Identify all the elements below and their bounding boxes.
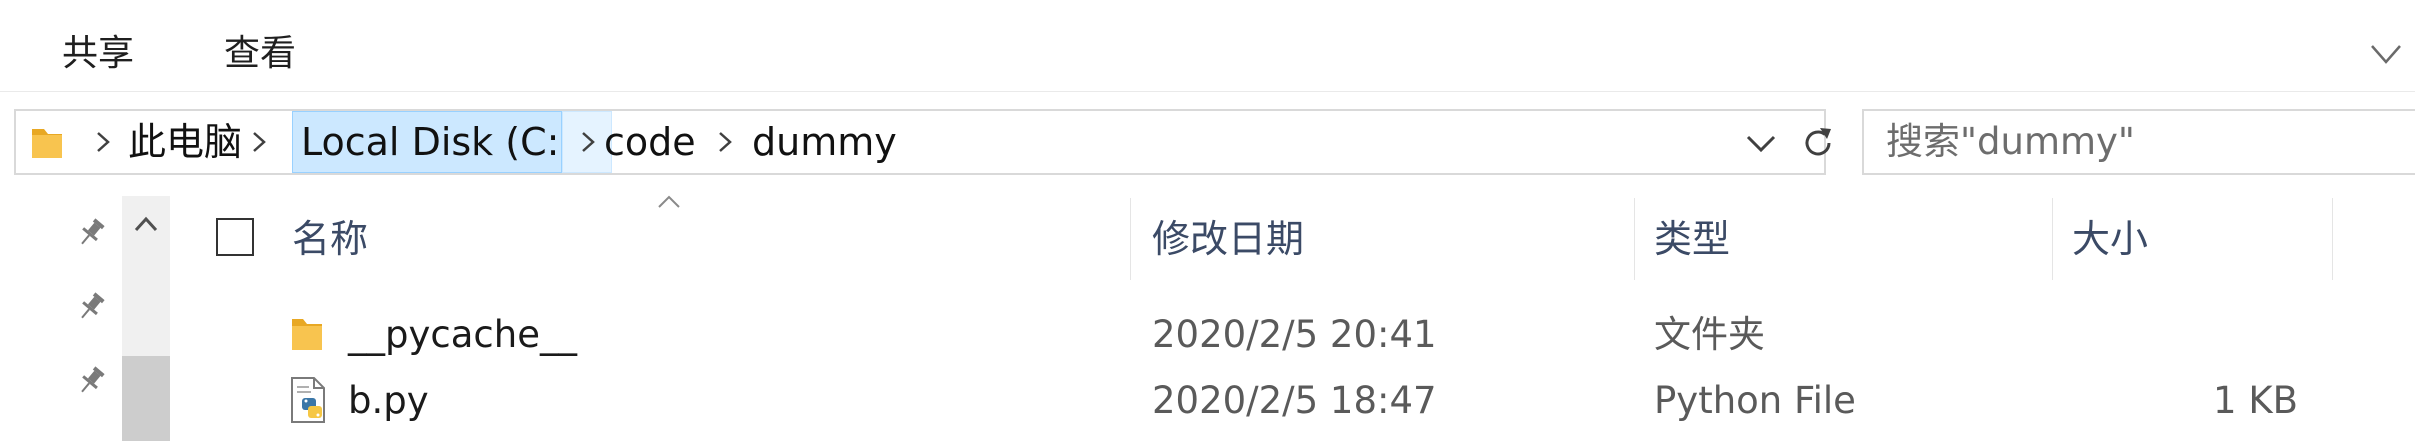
breadcrumb-separator-icon[interactable] bbox=[248, 129, 270, 155]
column-divider[interactable] bbox=[2052, 198, 2053, 280]
breadcrumb-separator-icon bbox=[582, 132, 595, 152]
file-modified: 2020/2/5 18:47 bbox=[1152, 379, 1437, 422]
select-all-checkbox[interactable] bbox=[216, 218, 254, 256]
file-name: b.py bbox=[348, 379, 429, 422]
nav-scrollbar-thumb[interactable] bbox=[122, 356, 170, 441]
search-box[interactable]: 搜索"dummy" bbox=[1862, 109, 2415, 175]
ribbon-expand-chevron-icon[interactable] bbox=[2368, 36, 2404, 72]
table-row[interactable]: b.py 2020/2/5 18:47 Python File 1 KB bbox=[280, 374, 2340, 428]
breadcrumb-separator-icon[interactable] bbox=[92, 129, 114, 155]
table-row[interactable]: __pycache__ 2020/2/5 20:41 文件夹 bbox=[280, 308, 2340, 362]
breadcrumb-this-pc[interactable]: 此电脑 bbox=[128, 111, 242, 173]
refresh-button[interactable] bbox=[1796, 109, 1840, 175]
folder-icon bbox=[292, 319, 322, 350]
column-divider[interactable] bbox=[1130, 198, 1131, 280]
python-file-icon bbox=[291, 377, 325, 423]
column-header-name[interactable]: 名称 bbox=[292, 210, 368, 268]
file-size bbox=[2120, 310, 2298, 360]
folder-icon bbox=[32, 129, 62, 158]
file-type: 文件夹 bbox=[1654, 313, 1765, 356]
address-bar[interactable]: 此电脑 Local Disk (C:) code dummy bbox=[14, 109, 1826, 175]
scroll-up-arrow-icon[interactable] bbox=[130, 212, 162, 236]
search-input[interactable]: 搜索"dummy" bbox=[1886, 111, 2135, 173]
column-header-modified[interactable]: 修改日期 bbox=[1152, 210, 1304, 268]
sort-ascending-icon bbox=[658, 195, 680, 208]
pin-icon[interactable] bbox=[74, 216, 108, 250]
breadcrumb-separator-icon[interactable] bbox=[714, 129, 736, 155]
file-type: Python File bbox=[1654, 379, 1856, 422]
file-size: 1 KB bbox=[2213, 379, 2298, 422]
refresh-icon bbox=[1805, 128, 1831, 156]
file-name: __pycache__ bbox=[348, 313, 577, 356]
column-header-size[interactable]: 大小 bbox=[2072, 210, 2148, 268]
address-history-dropdown-icon[interactable] bbox=[1744, 133, 1778, 155]
ribbon-divider bbox=[0, 91, 2415, 92]
ribbon-tab-view[interactable]: 查看 bbox=[224, 28, 296, 80]
pin-icon[interactable] bbox=[74, 364, 108, 398]
pin-icon[interactable] bbox=[74, 290, 108, 324]
breadcrumb-dummy[interactable]: dummy bbox=[752, 111, 897, 173]
breadcrumb-code[interactable]: code bbox=[604, 111, 696, 173]
file-modified: 2020/2/5 20:41 bbox=[1152, 313, 1437, 356]
column-divider[interactable] bbox=[1634, 198, 1635, 280]
column-divider[interactable] bbox=[2332, 198, 2333, 280]
column-header-type[interactable]: 类型 bbox=[1654, 210, 1730, 268]
ribbon-tab-share[interactable]: 共享 bbox=[62, 28, 134, 80]
breadcrumb-local-disk[interactable]: Local Disk (C:) bbox=[292, 111, 574, 173]
